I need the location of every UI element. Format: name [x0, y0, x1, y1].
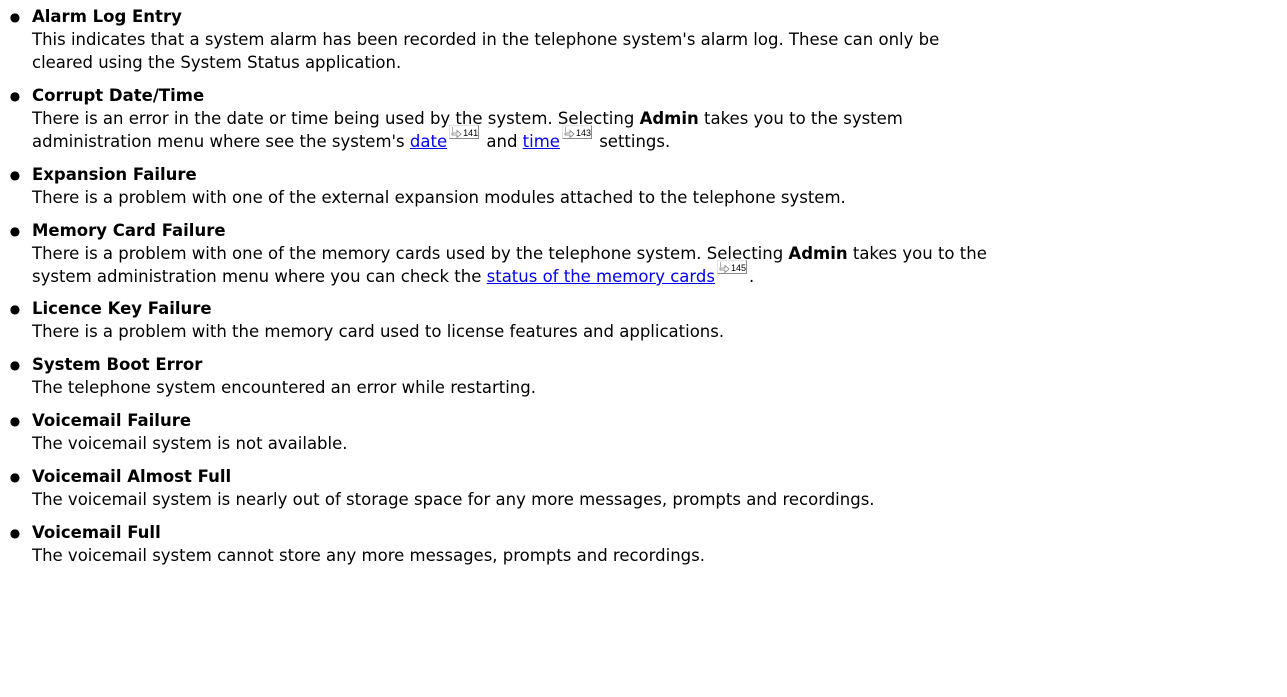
page-reference-arrow-icon — [451, 127, 462, 139]
item-title: Voicemail Failure — [32, 411, 192, 430]
memory-card-status-link[interactable]: status of the memory cards — [487, 267, 715, 286]
bullet-icon: ● — [9, 470, 21, 484]
item-description-line: cleared using the System Status applicat… — [32, 53, 402, 72]
item-description-line: The voicemail system cannot store any mo… — [32, 546, 705, 565]
item-title: Alarm Log Entry — [32, 7, 182, 26]
text-segment: . — [748, 267, 755, 286]
page-number: 145 — [730, 263, 747, 273]
bullet-icon: ● — [9, 224, 21, 238]
time-link[interactable]: time — [523, 132, 560, 151]
bullet-icon: ● — [9, 10, 21, 24]
bullet-icon: ● — [9, 168, 21, 182]
text-segment: There is an error in the date or time be… — [32, 109, 640, 128]
bullet-icon: ● — [9, 358, 21, 372]
text-segment: takes you to the — [847, 244, 987, 263]
item-title: System Boot Error — [32, 355, 203, 374]
item-description-line: The voicemail system is not available. — [32, 434, 348, 453]
text-segment: system administration menu where you can… — [32, 267, 487, 286]
page-reference[interactable]: 141 — [449, 125, 480, 139]
item-title: Memory Card Failure — [32, 221, 226, 240]
item-description-line: The voicemail system is nearly out of st… — [32, 490, 875, 509]
text-segment: administration menu where see the system… — [32, 132, 410, 151]
text-segment: and — [481, 132, 523, 151]
page-reference-arrow-icon — [719, 262, 730, 274]
page-reference[interactable]: 145 — [716, 260, 747, 274]
text-segment: settings. — [593, 132, 671, 151]
bullet-icon: ● — [9, 89, 21, 103]
item-title: Voicemail Full — [32, 523, 161, 542]
admin-keyword: Admin — [639, 109, 699, 128]
page-number: 141 — [463, 128, 479, 138]
page-reference[interactable]: 143 — [561, 125, 592, 139]
help-page: ● Alarm Log Entry This indicates that a … — [0, 0, 1287, 697]
item-description-line: There is a problem with one of the exter… — [32, 188, 846, 207]
item-description-line: administration menu where see the system… — [32, 125, 671, 153]
admin-keyword: Admin — [788, 244, 848, 263]
item-description-line: This indicates that a system alarm has b… — [32, 30, 940, 49]
item-title: Expansion Failure — [32, 165, 197, 184]
item-description-line: There is a problem with one of the memor… — [32, 243, 987, 265]
item-description-line: system administration menu where you can… — [32, 260, 755, 288]
text-segment: There is a problem with one of the memor… — [32, 244, 789, 263]
bullet-icon: ● — [9, 414, 21, 428]
bullet-icon: ● — [9, 526, 21, 540]
item-description-line: There is a problem with the memory card … — [32, 322, 725, 341]
page-reference-arrow-icon — [564, 127, 575, 139]
item-description-line: The telephone system encountered an erro… — [32, 378, 536, 397]
page-number: 143 — [575, 128, 591, 138]
item-title: Licence Key Failure — [32, 299, 212, 318]
date-link[interactable]: date — [410, 132, 447, 151]
bullet-icon: ● — [9, 302, 21, 316]
item-title: Voicemail Almost Full — [32, 467, 232, 486]
item-title: Corrupt Date/Time — [32, 86, 205, 105]
text-segment: takes you to the system — [698, 109, 903, 128]
